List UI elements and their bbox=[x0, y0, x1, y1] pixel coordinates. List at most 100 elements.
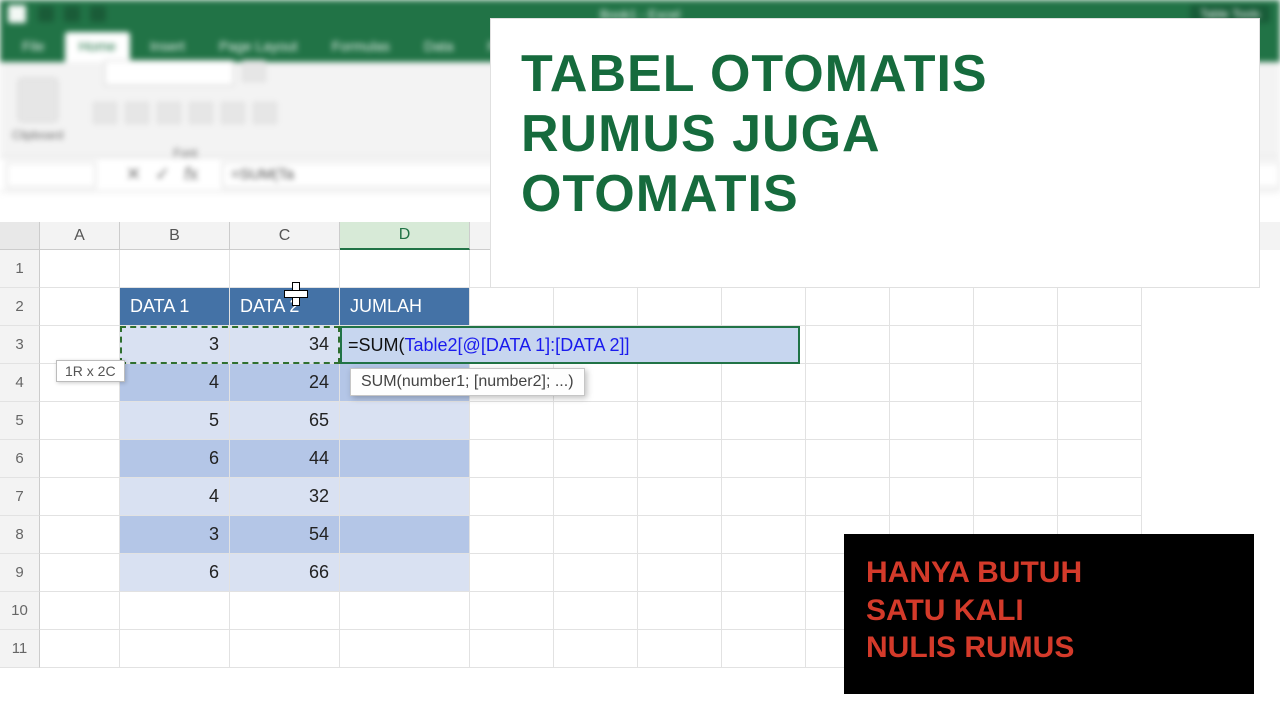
cell-C11[interactable] bbox=[230, 630, 340, 668]
cell-A5[interactable] bbox=[40, 402, 120, 440]
row-headers[interactable]: 1 2 3 4 5 6 7 8 9 10 11 bbox=[0, 250, 40, 668]
cell-J6[interactable] bbox=[890, 440, 974, 478]
table-header-data1[interactable]: DATA 1 bbox=[120, 288, 230, 326]
cell-E2[interactable] bbox=[470, 288, 554, 326]
save-icon[interactable] bbox=[38, 6, 54, 22]
tab-file[interactable]: File bbox=[8, 32, 59, 62]
row-4[interactable]: 4 bbox=[0, 364, 40, 402]
row-7[interactable]: 7 bbox=[0, 478, 40, 516]
cell-D9[interactable] bbox=[340, 554, 470, 592]
cell-B11[interactable] bbox=[120, 630, 230, 668]
cell-B4[interactable]: 4 bbox=[120, 364, 230, 402]
cell-D8[interactable] bbox=[340, 516, 470, 554]
cell-G10[interactable] bbox=[638, 592, 722, 630]
row-10[interactable]: 10 bbox=[0, 592, 40, 630]
undo-icon[interactable] bbox=[64, 6, 80, 22]
cell-L4[interactable] bbox=[1058, 364, 1142, 402]
fx-icon[interactable]: fx bbox=[184, 164, 198, 185]
col-D[interactable]: D bbox=[340, 222, 470, 250]
cell-C3[interactable]: 34 bbox=[230, 326, 340, 364]
cell-K2[interactable] bbox=[974, 288, 1058, 326]
row-1[interactable]: 1 bbox=[0, 250, 40, 288]
col-A[interactable]: A bbox=[40, 222, 120, 250]
cell-F6[interactable] bbox=[554, 440, 638, 478]
cell-F7[interactable] bbox=[554, 478, 638, 516]
cell-A7[interactable] bbox=[40, 478, 120, 516]
row-6[interactable]: 6 bbox=[0, 440, 40, 478]
cell-K5[interactable] bbox=[974, 402, 1058, 440]
cell-F10[interactable] bbox=[554, 592, 638, 630]
cell-G2[interactable] bbox=[638, 288, 722, 326]
cell-G5[interactable] bbox=[638, 402, 722, 440]
cell-E8[interactable] bbox=[470, 516, 554, 554]
fill-color-button[interactable] bbox=[221, 102, 245, 124]
cell-L7[interactable] bbox=[1058, 478, 1142, 516]
font-color-button[interactable] bbox=[253, 102, 277, 124]
ribbon-group-font[interactable]: Font bbox=[93, 60, 277, 160]
row-2[interactable]: 2 bbox=[0, 288, 40, 326]
font-size-select[interactable] bbox=[242, 60, 266, 82]
cell-C10[interactable] bbox=[230, 592, 340, 630]
cell-F8[interactable] bbox=[554, 516, 638, 554]
cell-C8[interactable]: 54 bbox=[230, 516, 340, 554]
cell-A6[interactable] bbox=[40, 440, 120, 478]
bold-button[interactable] bbox=[93, 102, 117, 124]
cell-B1[interactable] bbox=[120, 250, 230, 288]
cell-I5[interactable] bbox=[806, 402, 890, 440]
row-5[interactable]: 5 bbox=[0, 402, 40, 440]
cell-H4[interactable] bbox=[722, 364, 806, 402]
cell-G11[interactable] bbox=[638, 630, 722, 668]
cell-A11[interactable] bbox=[40, 630, 120, 668]
cell-D1[interactable] bbox=[340, 250, 470, 288]
tab-formulas[interactable]: Formulas bbox=[318, 32, 404, 62]
cancel-formula-icon[interactable]: ✕ bbox=[126, 164, 141, 185]
cell-K7[interactable] bbox=[974, 478, 1058, 516]
cell-D7[interactable] bbox=[340, 478, 470, 516]
cell-H8[interactable] bbox=[722, 516, 806, 554]
cell-K3[interactable] bbox=[974, 326, 1058, 364]
select-all-corner[interactable] bbox=[0, 222, 40, 250]
cell-G8[interactable] bbox=[638, 516, 722, 554]
border-button[interactable] bbox=[189, 102, 213, 124]
cell-D11[interactable] bbox=[340, 630, 470, 668]
cell-B7[interactable]: 4 bbox=[120, 478, 230, 516]
cell-C6[interactable]: 44 bbox=[230, 440, 340, 478]
font-name-select[interactable] bbox=[104, 60, 234, 86]
cell-C5[interactable]: 65 bbox=[230, 402, 340, 440]
ribbon-group-clipboard[interactable]: Clipboard bbox=[12, 78, 63, 142]
cell-H2[interactable] bbox=[722, 288, 806, 326]
cell-H9[interactable] bbox=[722, 554, 806, 592]
cell-G4[interactable] bbox=[638, 364, 722, 402]
col-B[interactable]: B bbox=[120, 222, 230, 250]
cell-H6[interactable] bbox=[722, 440, 806, 478]
cell-K6[interactable] bbox=[974, 440, 1058, 478]
cell-B9[interactable]: 6 bbox=[120, 554, 230, 592]
tab-page-layout[interactable]: Page Layout bbox=[205, 32, 312, 62]
cell-L3[interactable] bbox=[1058, 326, 1142, 364]
cell-A1[interactable] bbox=[40, 250, 120, 288]
cell-L5[interactable] bbox=[1058, 402, 1142, 440]
row-8[interactable]: 8 bbox=[0, 516, 40, 554]
cell-B5[interactable]: 5 bbox=[120, 402, 230, 440]
cell-A10[interactable] bbox=[40, 592, 120, 630]
cell-F2[interactable] bbox=[554, 288, 638, 326]
redo-icon[interactable] bbox=[90, 6, 106, 22]
paste-button[interactable] bbox=[18, 78, 58, 122]
cell-A8[interactable] bbox=[40, 516, 120, 554]
cell-C1[interactable] bbox=[230, 250, 340, 288]
cell-L2[interactable] bbox=[1058, 288, 1142, 326]
cell-H11[interactable] bbox=[722, 630, 806, 668]
cell-I6[interactable] bbox=[806, 440, 890, 478]
name-box[interactable] bbox=[6, 162, 96, 188]
tab-data[interactable]: Data bbox=[410, 32, 468, 62]
cell-J5[interactable] bbox=[890, 402, 974, 440]
cell-H7[interactable] bbox=[722, 478, 806, 516]
cell-C7[interactable]: 32 bbox=[230, 478, 340, 516]
active-cell-formula[interactable]: =SUM(Table2[@[DATA 1]:[DATA 2]] bbox=[340, 326, 800, 364]
cell-E10[interactable] bbox=[470, 592, 554, 630]
row-11[interactable]: 11 bbox=[0, 630, 40, 668]
cell-D10[interactable] bbox=[340, 592, 470, 630]
cell-G7[interactable] bbox=[638, 478, 722, 516]
cell-H10[interactable] bbox=[722, 592, 806, 630]
cell-J4[interactable] bbox=[890, 364, 974, 402]
